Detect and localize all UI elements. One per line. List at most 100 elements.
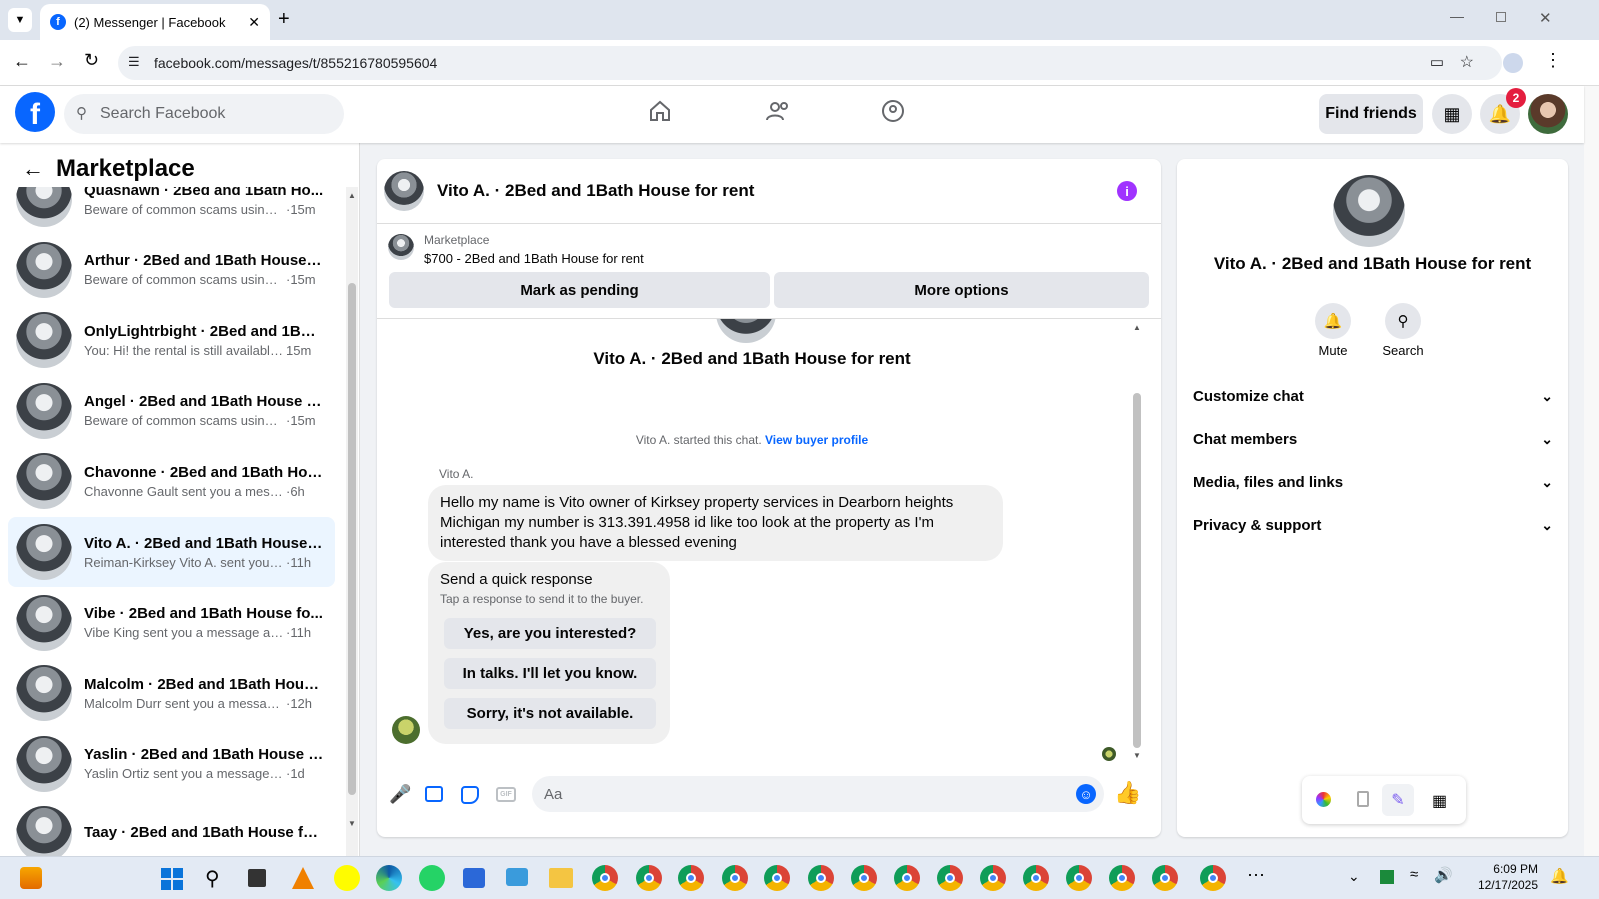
- more-apps-icon[interactable]: ⋯: [1247, 865, 1265, 886]
- tab-list-icon[interactable]: ▼: [8, 8, 32, 32]
- clipboard-icon[interactable]: [1357, 791, 1369, 807]
- chrome-taskbar-icon[interactable]: [1066, 865, 1092, 891]
- site-settings-icon[interactable]: ☰: [128, 54, 140, 70]
- reload-icon[interactable]: ↻: [84, 50, 99, 71]
- install-icon[interactable]: ▭: [1430, 53, 1444, 71]
- conversation-item[interactable]: Arthur · 2Bed and 1Bath House f... Beware…: [8, 235, 335, 305]
- snapchat-icon[interactable]: [334, 865, 360, 891]
- sender-avatar[interactable]: [392, 716, 420, 744]
- quick-reply-interested[interactable]: Yes, are you interested?: [444, 618, 656, 649]
- listing-thumbnail[interactable]: [388, 234, 414, 260]
- quick-reply-in-talks[interactable]: In talks. I'll let you know.: [444, 658, 656, 689]
- facebook-logo-icon[interactable]: f: [15, 92, 55, 132]
- chrome-taskbar-icon[interactable]: [1152, 865, 1178, 891]
- chat-scrollbar[interactable]: ▲ ▼: [1131, 319, 1143, 772]
- browser-menu-icon[interactable]: ⋮: [1544, 50, 1562, 71]
- like-icon[interactable]: 👍: [1114, 780, 1141, 806]
- chrome-taskbar-icon[interactable]: [678, 865, 704, 891]
- chrome-taskbar-icon[interactable]: [592, 865, 618, 891]
- mark-as-pending-button[interactable]: Mark as pending: [389, 272, 770, 308]
- find-friends-button[interactable]: Find friends: [1319, 94, 1423, 134]
- bookmark-star-icon[interactable]: ☆: [1460, 52, 1474, 72]
- new-tab-icon[interactable]: +: [278, 8, 290, 31]
- color-wheel-icon[interactable]: [1316, 792, 1331, 807]
- vlc-icon[interactable]: [292, 867, 314, 889]
- chat-header-avatar[interactable]: [384, 171, 424, 211]
- close-window-icon[interactable]: ✕: [1539, 9, 1552, 27]
- page-scrollbar[interactable]: [1584, 86, 1599, 856]
- view-buyer-profile-link[interactable]: View buyer profile: [765, 433, 868, 447]
- mute-button[interactable]: 🔔: [1315, 303, 1351, 339]
- chrome-taskbar-icon[interactable]: [851, 865, 877, 891]
- microphone-icon[interactable]: 🎤: [389, 784, 411, 805]
- chrome-taskbar-icon[interactable]: [980, 865, 1006, 891]
- friends-icon[interactable]: [765, 99, 791, 123]
- system-tray-chevron-icon[interactable]: ⌄: [1348, 868, 1360, 885]
- chrome-taskbar-icon[interactable]: [636, 865, 662, 891]
- customize-chat-section[interactable]: Customize chat ⌄: [1193, 381, 1553, 411]
- chrome-taskbar-icon[interactable]: [808, 865, 834, 891]
- menu-grid-icon[interactable]: ▦: [1432, 94, 1472, 134]
- sidebar-scroll-thumb[interactable]: [348, 283, 356, 795]
- forward-icon[interactable]: →: [48, 51, 66, 72]
- file-explorer-icon[interactable]: [549, 868, 573, 888]
- media-files-links-section[interactable]: Media, files and links ⌄: [1193, 467, 1553, 497]
- widgets-icon[interactable]: [20, 867, 42, 889]
- notification-bell-icon[interactable]: 🔔: [1550, 867, 1569, 885]
- browser-tab[interactable]: f (2) Messenger | Facebook ✕: [40, 4, 270, 40]
- quick-reply-not-available[interactable]: Sorry, it's not available.: [444, 698, 656, 729]
- wifi-icon[interactable]: ≈: [1410, 866, 1418, 883]
- message-input[interactable]: Aa ☺: [532, 776, 1104, 812]
- account-avatar[interactable]: [1528, 94, 1568, 134]
- listing-price[interactable]: $700 - 2Bed and 1Bath House for rent: [424, 251, 644, 266]
- back-arrow-icon[interactable]: ←: [22, 156, 44, 182]
- conversation-info-icon[interactable]: i: [1117, 181, 1137, 201]
- home-icon[interactable]: [648, 99, 672, 123]
- sidebar-scrollbar[interactable]: ▲ ▼: [346, 187, 358, 856]
- chrome-taskbar-icon[interactable]: [937, 865, 963, 891]
- chrome-taskbar-icon[interactable]: [1023, 865, 1049, 891]
- chat-scroll-up-icon[interactable]: ▲: [1133, 323, 1141, 332]
- privacy-support-section[interactable]: Privacy & support ⌄: [1193, 510, 1553, 540]
- taskbar-search-icon[interactable]: ⚲: [205, 866, 220, 891]
- chat-members-section[interactable]: Chat members ⌄: [1193, 424, 1553, 454]
- conversation-item[interactable]: Quashawn · 2Bed and 1Bath Ho... Beware of…: [8, 187, 335, 234]
- volume-icon[interactable]: 🔊: [1434, 866, 1453, 884]
- profile-icon[interactable]: [1503, 53, 1523, 73]
- back-icon[interactable]: ←: [13, 51, 31, 72]
- start-icon[interactable]: [161, 868, 183, 890]
- chat-scroll-thumb[interactable]: [1133, 393, 1141, 748]
- photo-icon[interactable]: [425, 786, 443, 802]
- search-facebook-input[interactable]: ⚲ Search Facebook: [64, 94, 344, 134]
- conversation-item[interactable]: Angel · 2Bed and 1Bath House f... Beware …: [8, 376, 335, 446]
- sidebar-scroll-down-icon[interactable]: ▼: [348, 819, 356, 828]
- conversation-item[interactable]: Vito A. · 2Bed and 1Bath House ... Reiman…: [8, 517, 335, 587]
- gif-icon[interactable]: GIF: [496, 787, 516, 802]
- conversation-item[interactable]: Taay · 2Bed and 1Bath House for...: [8, 799, 335, 856]
- info-avatar[interactable]: [1333, 175, 1405, 247]
- conversation-item[interactable]: Malcolm · 2Bed and 1Bath Hous... Malcolm …: [8, 658, 335, 728]
- close-tab-icon[interactable]: ✕: [248, 14, 260, 31]
- chat-header-title[interactable]: Vito A. · 2Bed and 1Bath House for rent: [437, 181, 754, 201]
- edge-icon[interactable]: [376, 865, 402, 891]
- network-status-icon[interactable]: [1380, 870, 1394, 884]
- groups-icon[interactable]: [881, 99, 905, 123]
- pen-icon[interactable]: ✎: [1382, 784, 1414, 816]
- sticker-icon[interactable]: [461, 786, 479, 804]
- sidebar-scroll-up-icon[interactable]: ▲: [348, 191, 356, 200]
- conversation-item[interactable]: Yaslin · 2Bed and 1Bath House f... Yaslin…: [8, 729, 335, 799]
- emoji-icon[interactable]: ☺: [1076, 784, 1096, 804]
- chat-scroll-down-icon[interactable]: ▼: [1133, 751, 1141, 760]
- url-field[interactable]: ☰ facebook.com/messages/t/85521678059560…: [118, 46, 1502, 80]
- conversation-item[interactable]: OnlyLightrbight · 2Bed and 1Bat... You: H…: [8, 305, 335, 375]
- restore-icon[interactable]: [1496, 12, 1506, 22]
- clock-date[interactable]: 12/17/2025: [1458, 878, 1538, 892]
- store-icon[interactable]: [463, 868, 485, 888]
- search-conversation-button[interactable]: ⚲: [1385, 303, 1421, 339]
- chrome-taskbar-icon[interactable]: [894, 865, 920, 891]
- chrome-taskbar-icon[interactable]: [1200, 865, 1226, 891]
- chrome-taskbar-icon[interactable]: [722, 865, 748, 891]
- message-bubble[interactable]: Hello my name is Vito owner of Kirksey p…: [428, 485, 1003, 561]
- bar-chart-icon[interactable]: ▦: [1432, 791, 1447, 811]
- task-view-icon[interactable]: [248, 869, 266, 887]
